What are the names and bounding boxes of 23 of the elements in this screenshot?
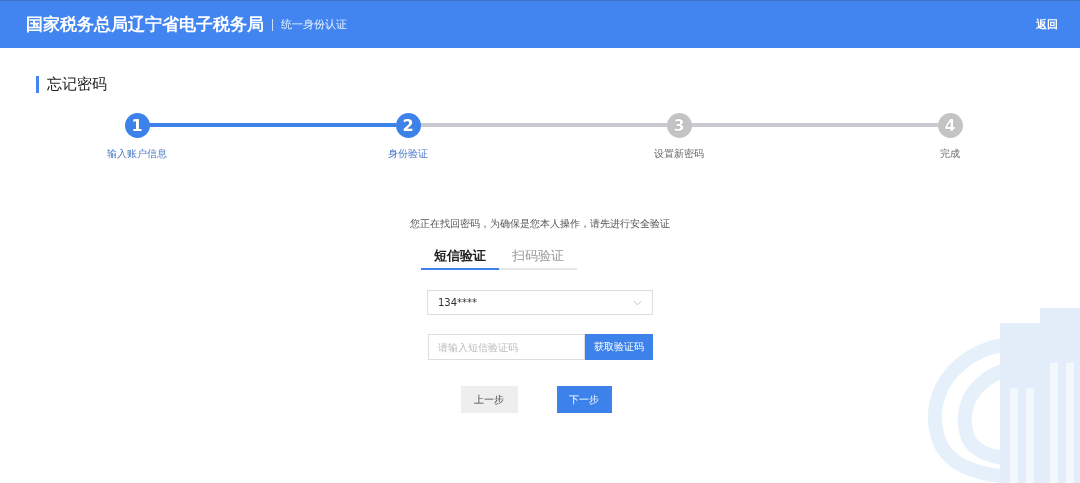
step-label: 身份验证 [388, 147, 428, 161]
next-button[interactable]: 下一步 [556, 386, 612, 413]
get-code-button[interactable]: 获取验证码 [584, 334, 653, 360]
step-label: 完成 [940, 147, 960, 161]
site-subtitle: 统一身份认证 [281, 17, 347, 32]
previous-button[interactable]: 上一步 [460, 386, 518, 413]
step-label: 输入账户信息 [107, 147, 167, 161]
back-link[interactable]: 返回 [1036, 17, 1058, 32]
page-title: 忘记密码 [47, 75, 107, 94]
code-input-field[interactable]: 请输入短信验证码 [427, 334, 585, 360]
step-number: 4 [937, 112, 963, 138]
title-divider [272, 18, 273, 31]
phone-select[interactable]: 134**** [427, 290, 653, 315]
tab[interactable]: 短信验证 [421, 247, 499, 270]
step-number: 3 [666, 112, 692, 138]
step-number: 2 [395, 112, 421, 138]
title-accent-bar [36, 76, 39, 93]
site-title: 国家税务总局辽宁省电子税务局 [26, 13, 264, 36]
chevron-down-icon [633, 299, 642, 306]
tab[interactable]: 扫码验证 [499, 247, 577, 270]
step-label: 设置新密码 [654, 147, 704, 161]
step-number: 1 [124, 112, 150, 138]
instruction-text: 您正在找回密码，为确保是您本人操作，请先进行安全验证 [410, 217, 670, 231]
